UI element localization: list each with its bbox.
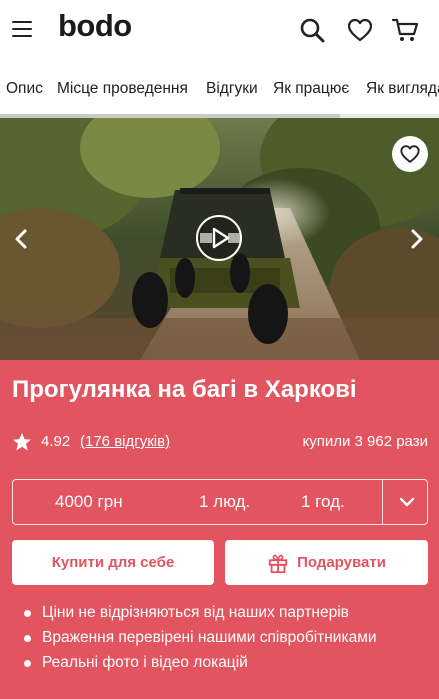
gift-icon [268,554,288,573]
gift-button[interactable]: Подарувати [225,540,428,585]
heart-icon[interactable] [346,16,374,44]
section-tabs: Опис Місце проведення Відгуки Як працює … [0,72,439,108]
purchase-count: купили 3 962 рази [302,433,428,450]
hero-gallery[interactable] [0,118,439,360]
product-title: Прогулянка на багі в Харкові [12,376,357,403]
gift-button-label: Подарувати [297,554,386,571]
heart-icon [400,145,420,163]
tab-reviews[interactable]: Відгуки [206,80,258,98]
product-panel: Прогулянка на багі в Харкові 4.92 (176 в… [0,360,439,699]
selector-divider [382,480,383,524]
tab-how-it-looks[interactable]: Як виглядає [366,80,439,98]
tab-how-it-works[interactable]: Як працює [273,80,349,98]
play-button[interactable] [196,215,242,261]
favorite-button[interactable] [392,136,428,172]
arrow-right-icon[interactable] [406,228,428,250]
menu-icon[interactable] [12,18,34,38]
rating-row: 4.92 (176 відгуків) купили 3 962 рази [12,432,428,454]
rating-value: 4.92 [41,433,71,450]
search-icon[interactable] [298,16,326,44]
chevron-down-icon[interactable] [397,492,417,512]
buy-button-label: Купити для себе [51,554,175,571]
buy-button[interactable]: Купити для себе [12,540,214,585]
duration-value: 1 год. [301,492,345,511]
benefit-item: Враження перевірені нашими співробітника… [24,629,377,654]
play-icon [212,227,230,249]
option-selector[interactable]: 4000 грн 1 люд. 1 год. [12,479,428,525]
arrow-left-icon[interactable] [10,228,32,250]
people-value: 1 люд. [199,492,251,511]
benefit-item: Ціни не відрізняються від наших партнері… [24,604,377,629]
logo[interactable]: bodo [58,8,132,44]
benefits-list: Ціни не відрізняються від наших партнері… [24,604,377,679]
header: bodo [0,0,439,60]
star-icon [13,433,31,451]
cart-icon[interactable] [391,16,419,44]
reviews-link[interactable]: (176 відгуків) [80,433,170,450]
benefit-item: Реальні фото і відео локацій [24,654,377,679]
tab-location[interactable]: Місце проведення [57,80,188,98]
tab-description[interactable]: Опис [6,80,43,98]
price-value: 4000 грн [55,492,123,511]
